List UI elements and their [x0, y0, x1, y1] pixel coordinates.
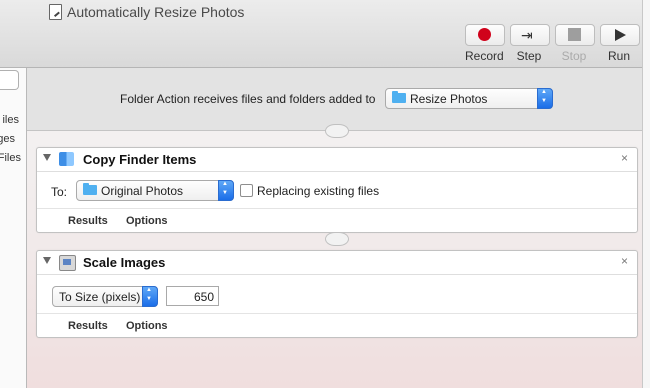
workflow-header: Folder Action receives files and folders…	[27, 68, 642, 131]
run-button[interactable]: Run	[600, 24, 640, 63]
scale-mode-select[interactable]: To Size (pixels)	[52, 286, 158, 307]
action-copy-finder-items: Copy Finder Items × To: Original Photos …	[36, 147, 638, 233]
folder-select[interactable]: Resize Photos	[385, 88, 553, 109]
popup-stepper-icon	[142, 286, 158, 307]
stop-label: Stop	[561, 49, 587, 63]
disclosure-triangle-icon[interactable]	[43, 154, 51, 161]
scale-mode-value: To Size (pixels)	[59, 290, 141, 304]
action-header: Scale Images ×	[37, 251, 637, 275]
record-button[interactable]: Record	[465, 24, 505, 63]
destination-select[interactable]: Original Photos	[76, 180, 234, 201]
step-icon: ⇥	[521, 27, 533, 43]
folder-action-label: Folder Action receives files and folders…	[120, 92, 376, 106]
size-input[interactable]: 650	[166, 286, 219, 306]
stop-button[interactable]: Stop	[555, 24, 595, 63]
action-footer: Results Options	[37, 313, 637, 338]
options-button[interactable]: Options	[126, 320, 168, 332]
step-button[interactable]: ⇥ Step	[510, 24, 550, 63]
library-search-input[interactable]	[0, 70, 19, 90]
popup-stepper-icon	[537, 88, 553, 109]
results-button[interactable]: Results	[68, 215, 108, 227]
step-label: Step	[516, 49, 542, 63]
destination-select-value: Original Photos	[101, 184, 184, 198]
folder-icon	[392, 91, 406, 103]
window-title: Automatically Resize Photos	[67, 4, 245, 20]
action-header: Copy Finder Items ×	[37, 148, 637, 172]
close-icon[interactable]: ×	[621, 254, 628, 268]
action-footer: Results Options	[37, 208, 637, 233]
library-item[interactable]: iles	[2, 114, 19, 126]
workflow-connector	[325, 232, 349, 246]
record-icon	[478, 28, 491, 41]
disclosure-triangle-icon[interactable]	[43, 257, 51, 264]
options-button[interactable]: Options	[126, 215, 168, 227]
play-icon	[615, 29, 626, 41]
library-item[interactable]: Files	[0, 152, 21, 164]
script-document-icon	[49, 4, 62, 20]
finder-icon	[59, 152, 74, 166]
window-edge	[642, 0, 650, 388]
action-title: Copy Finder Items	[83, 152, 197, 167]
action-scale-images: Scale Images × To Size (pixels) 650 Resu…	[36, 250, 638, 338]
replace-checkbox[interactable]	[240, 184, 253, 197]
replace-checkbox-label: Replacing existing files	[257, 184, 380, 198]
popup-stepper-icon	[218, 180, 234, 201]
workflow-pane: Folder Action receives files and folders…	[27, 68, 642, 388]
folder-icon	[83, 183, 97, 195]
stop-icon	[568, 28, 581, 41]
results-button[interactable]: Results	[68, 320, 108, 332]
workflow-connector	[325, 124, 349, 138]
record-label: Record	[465, 49, 504, 63]
to-label: To:	[51, 185, 68, 199]
run-label: Run	[607, 49, 630, 63]
library-item[interactable]: ges	[0, 133, 15, 145]
size-input-value: 650	[193, 290, 214, 304]
preview-icon	[59, 255, 76, 271]
action-title: Scale Images	[83, 255, 166, 270]
close-icon[interactable]: ×	[621, 151, 628, 165]
window-toolbar: Automatically Resize Photos Record ⇥ Ste…	[0, 0, 642, 68]
folder-select-value: Resize Photos	[410, 92, 488, 106]
